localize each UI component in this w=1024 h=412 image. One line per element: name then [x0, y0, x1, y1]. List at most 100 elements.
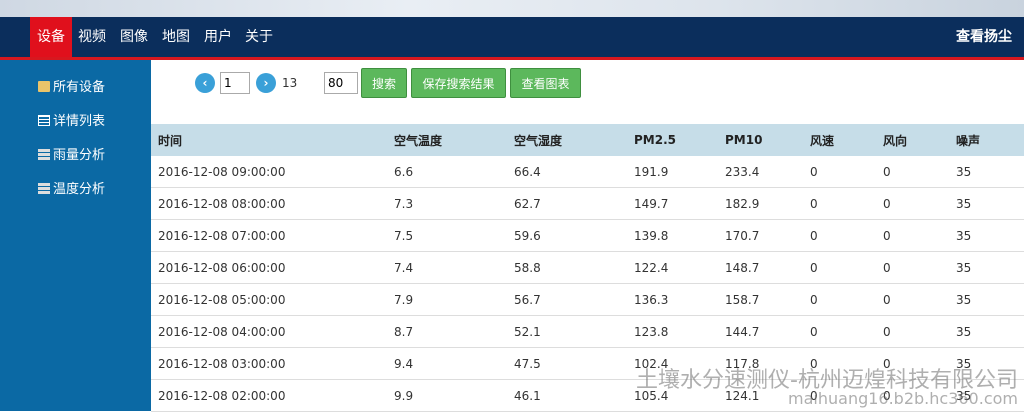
sidebar-item-temperature-analysis[interactable]: 温度分析 — [38, 180, 105, 200]
table-cell: 191.9 — [627, 156, 718, 188]
table-cell: 124.1 — [718, 379, 803, 412]
column-header-air-humidity[interactable]: 空气湿度 — [507, 124, 627, 156]
table-cell: 2016-12-08 05:00:00 — [151, 283, 387, 316]
nav-item-about[interactable]: 关于 — [238, 17, 280, 57]
table-cell: 170.7 — [718, 219, 803, 252]
table-cell: 6.6 — [387, 156, 507, 188]
table-cell: 35 — [949, 315, 1024, 348]
sidebar: 所有设备 详情列表 雨量分析 温度分析 — [0, 60, 151, 411]
table-row: 2016-12-08 03:00:00 9.4 47.5 102.4 117.8 0 0 35 — [151, 347, 1024, 380]
table-cell: 136.3 — [627, 283, 718, 316]
nav-item-images[interactable]: 图像 — [113, 17, 155, 57]
main-content: ‹ › 13 搜索 保存搜索结果 查看图表 时间 空气温度 空气湿度 PM2.5… — [151, 60, 1024, 412]
table-cell: 35 — [949, 219, 1024, 252]
prev-page-button[interactable]: ‹ — [195, 73, 215, 93]
table-cell: 148.7 — [718, 251, 803, 284]
nav-item-devices[interactable]: 设备 — [30, 17, 72, 57]
nav-item-map[interactable]: 地图 — [155, 17, 197, 57]
table-row: 2016-12-08 08:00:00 7.3 62.7 149.7 182.9 0 0 35 — [151, 187, 1024, 220]
table-cell: 2016-12-08 07:00:00 — [151, 219, 387, 252]
table-cell: 0 — [803, 315, 876, 348]
table-row: 2016-12-08 09:00:00 6.6 66.4 191.9 233.4 0 0 35 — [151, 156, 1024, 188]
table-cell: 9.4 — [387, 347, 507, 380]
column-header-pm10[interactable]: PM10 — [718, 124, 803, 156]
table-cell: 123.8 — [627, 315, 718, 348]
table-cell: 0 — [803, 187, 876, 220]
table-cell: 0 — [876, 251, 949, 284]
table-cell: 59.6 — [507, 219, 627, 252]
table-cell: 7.3 — [387, 187, 507, 220]
top-banner-strip — [0, 0, 1024, 17]
table-cell: 2016-12-08 09:00:00 — [151, 156, 387, 188]
nav-item-video[interactable]: 视频 — [71, 17, 113, 57]
table-cell: 122.4 — [627, 251, 718, 284]
table-cell: 144.7 — [718, 315, 803, 348]
table-cell: 35 — [949, 283, 1024, 316]
column-header-wind-speed[interactable]: 风速 — [803, 124, 876, 156]
search-button[interactable]: 搜索 — [361, 68, 407, 98]
table-cell: 0 — [803, 156, 876, 188]
table-cell: 0 — [876, 347, 949, 380]
table-cell: 182.9 — [718, 187, 803, 220]
table-cell: 35 — [949, 347, 1024, 380]
table-cell: 149.7 — [627, 187, 718, 220]
table-row: 2016-12-08 02:00:00 9.9 46.1 105.4 124.1 0 0 35 — [151, 379, 1024, 412]
table-cell: 35 — [949, 187, 1024, 220]
table-cell: 35 — [949, 156, 1024, 188]
top-navbar: 设备 视频 图像 地图 用户 关于 查看扬尘 — [0, 17, 1024, 60]
server-icon — [38, 149, 50, 160]
table-cell: 2016-12-08 08:00:00 — [151, 187, 387, 220]
table-cell: 52.1 — [507, 315, 627, 348]
page-total: 13 — [282, 76, 298, 90]
page-size-input[interactable] — [324, 72, 358, 94]
column-header-wind-direction[interactable]: 风向 — [876, 124, 949, 156]
table-cell: 0 — [803, 347, 876, 380]
nav-item-users[interactable]: 用户 — [197, 17, 239, 57]
table-body: 2016-12-08 09:00:00 6.6 66.4 191.9 233.4 0 0 35… — [151, 156, 1024, 412]
page-number-input[interactable] — [220, 72, 250, 94]
table-cell: 7.9 — [387, 283, 507, 316]
table-cell: 0 — [876, 379, 949, 412]
table-cell: 35 — [949, 379, 1024, 412]
table-cell: 0 — [876, 283, 949, 316]
sidebar-item-rainfall-analysis[interactable]: 雨量分析 — [38, 146, 105, 166]
table-row: 2016-12-08 07:00:00 7.5 59.6 139.8 170.7 0 0 35 — [151, 219, 1024, 252]
folder-icon — [38, 81, 50, 92]
sidebar-item-label: 雨量分析 — [53, 148, 106, 163]
table-cell: 7.4 — [387, 251, 507, 284]
sidebar-item-all-devices[interactable]: 所有设备 — [38, 78, 105, 98]
table-cell: 105.4 — [627, 379, 718, 412]
table-cell: 0 — [876, 156, 949, 188]
table-cell: 0 — [876, 315, 949, 348]
table-row: 2016-12-08 05:00:00 7.9 56.7 136.3 158.7 0 0 35 — [151, 283, 1024, 316]
next-page-button[interactable]: › — [256, 73, 276, 93]
data-table: 时间 空气温度 空气湿度 PM2.5 PM10 风速 风向 噪声 2016-12… — [151, 124, 1024, 412]
sidebar-item-label: 详情列表 — [53, 114, 106, 129]
table-cell: 56.7 — [507, 283, 627, 316]
table-cell: 62.7 — [507, 187, 627, 220]
sidebar-item-detail-list[interactable]: 详情列表 — [38, 112, 105, 132]
save-search-results-button[interactable]: 保存搜索结果 — [411, 68, 506, 98]
sidebar-item-label: 所有设备 — [53, 80, 106, 95]
table-cell: 2016-12-08 02:00:00 — [151, 379, 387, 412]
view-dust-link[interactable]: 查看扬尘 — [956, 17, 1012, 57]
table-cell: 233.4 — [718, 156, 803, 188]
table-row: 2016-12-08 06:00:00 7.4 58.8 122.4 148.7 0 0 35 — [151, 251, 1024, 284]
server-icon — [38, 183, 50, 194]
table-cell: 66.4 — [507, 156, 627, 188]
table-cell: 158.7 — [718, 283, 803, 316]
table-cell: 46.1 — [507, 379, 627, 412]
table-cell: 139.8 — [627, 219, 718, 252]
column-header-pm25[interactable]: PM2.5 — [627, 124, 718, 156]
table-cell: 0 — [803, 251, 876, 284]
table-cell: 7.5 — [387, 219, 507, 252]
table-cell: 0 — [803, 379, 876, 412]
column-header-noise[interactable]: 噪声 — [949, 124, 1024, 156]
table-cell: 2016-12-08 04:00:00 — [151, 315, 387, 348]
column-header-time[interactable]: 时间 — [151, 124, 387, 156]
column-header-air-temperature[interactable]: 空气温度 — [387, 124, 507, 156]
table-cell: 8.7 — [387, 315, 507, 348]
table-cell: 0 — [876, 187, 949, 220]
view-chart-button[interactable]: 查看图表 — [510, 68, 581, 98]
table-cell: 9.9 — [387, 379, 507, 412]
